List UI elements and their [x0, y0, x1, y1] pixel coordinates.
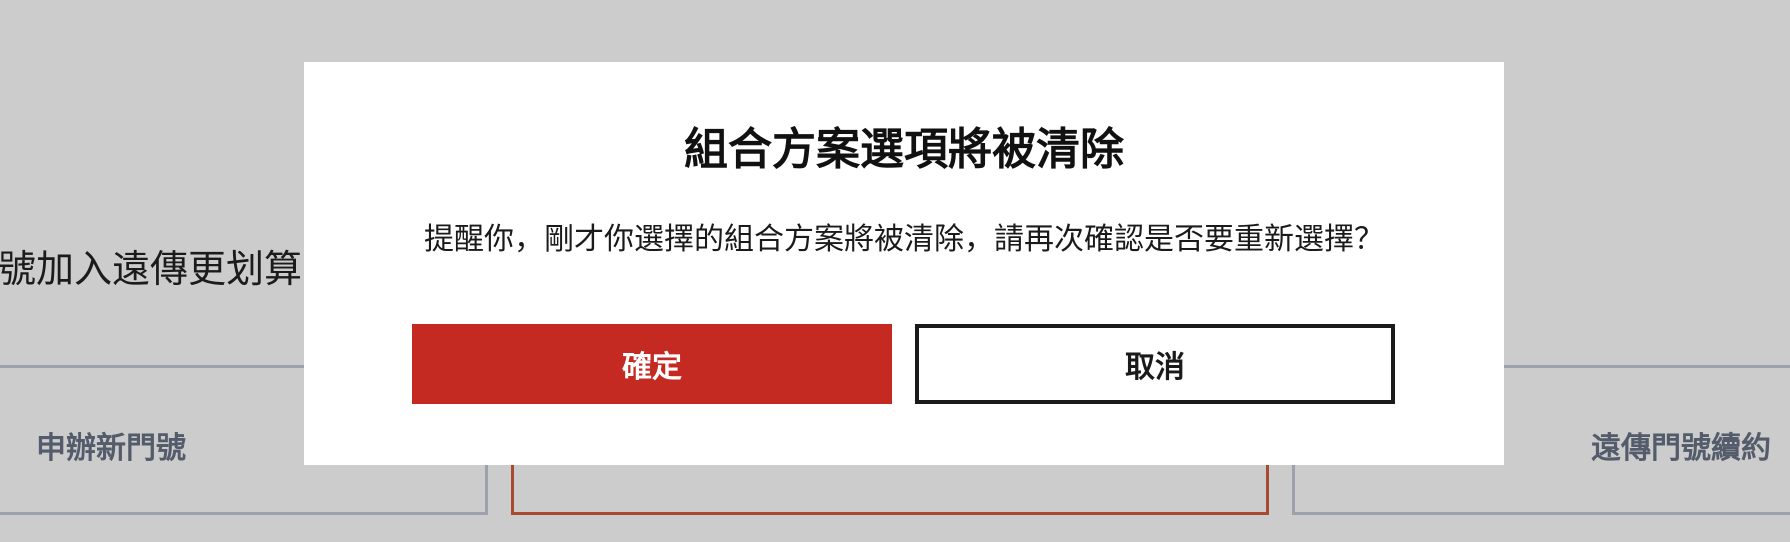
dialog-message: 提醒你，剛才你選擇的組合方案將被清除，請再次確認是否要重新選擇？: [424, 222, 1384, 257]
confirm-button[interactable]: 確定: [412, 324, 892, 404]
dialog-title: 組合方案選項將被清除: [684, 124, 1124, 175]
confirm-dialog: 組合方案選項將被清除 提醒你，剛才你選擇的組合方案將被清除，請再次確認是否要重新…: [304, 62, 1504, 465]
cancel-button[interactable]: 取消: [915, 324, 1395, 404]
